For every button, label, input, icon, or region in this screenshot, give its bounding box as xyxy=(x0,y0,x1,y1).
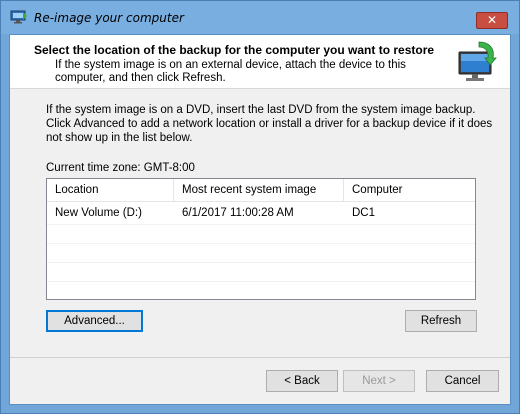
row-divider xyxy=(47,243,475,244)
header-panel: Select the location of the backup for th… xyxy=(10,35,510,89)
column-header-computer[interactable]: Computer xyxy=(344,179,475,202)
close-button[interactable]: ✕ xyxy=(476,12,508,29)
monitor-restore-icon xyxy=(458,41,497,81)
advanced-button[interactable]: Advanced... xyxy=(46,310,143,332)
cancel-button[interactable]: Cancel xyxy=(426,370,499,392)
cell-location: New Volume (D:) xyxy=(55,207,142,219)
dialog-client: Select the location of the backup for th… xyxy=(9,34,511,405)
timezone-label: Current time zone: GMT-8:00 xyxy=(46,162,195,174)
back-button[interactable]: < Back xyxy=(266,370,338,392)
window-title: Re-image your computer xyxy=(34,11,184,25)
dialog-window: Re-image your computer ✕ Select the loca… xyxy=(0,0,520,414)
row-divider xyxy=(47,281,475,282)
cell-image-date: 6/1/2017 11:00:28 AM xyxy=(182,207,294,219)
list-header: Location Most recent system image Comput… xyxy=(47,179,475,202)
refresh-button[interactable]: Refresh xyxy=(405,310,477,332)
page-title: Select the location of the backup for th… xyxy=(34,43,435,57)
cell-computer: DC1 xyxy=(352,207,376,219)
row-divider xyxy=(47,262,475,263)
page-subtitle: If the system image is on an external de… xyxy=(55,59,406,84)
table-row[interactable]: New Volume (D:) 6/1/2017 11:00:28 AM DC1 xyxy=(47,204,475,223)
title-bar[interactable]: Re-image your computer ✕ xyxy=(1,1,519,34)
row-divider xyxy=(47,224,475,225)
instructions-text: If the system image is on a DVD, insert … xyxy=(46,104,493,144)
computer-restore-icon xyxy=(10,10,27,24)
column-header-location[interactable]: Location xyxy=(47,179,174,202)
column-header-image[interactable]: Most recent system image xyxy=(174,179,344,202)
footer-divider xyxy=(10,357,510,358)
backup-list[interactable]: Location Most recent system image Comput… xyxy=(46,178,476,300)
next-button[interactable]: Next > xyxy=(343,370,415,392)
